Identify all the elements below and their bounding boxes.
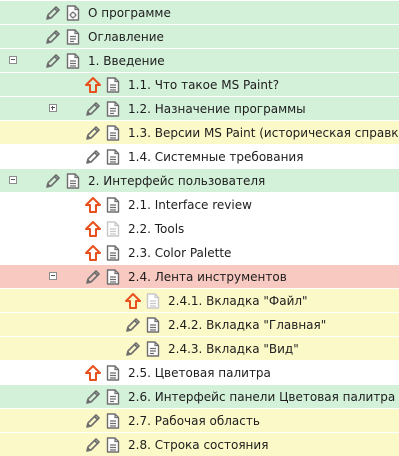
document-icon: [144, 316, 162, 334]
upload-arrow-icon[interactable]: [84, 244, 102, 262]
tree-row[interactable]: О программе: [0, 0, 399, 24]
pencil-edit-icon[interactable]: [84, 412, 102, 430]
document-icon: [64, 172, 82, 190]
tree-row-label[interactable]: 2.1. Interface review: [128, 197, 252, 213]
document-settings-icon: [64, 4, 82, 22]
expand-toggle-icon[interactable]: [49, 104, 57, 112]
tree-row-label[interactable]: 2. Интерфейс пользователя: [88, 173, 265, 189]
tree-row-label[interactable]: 1.1. Что такое MS Paint?: [128, 77, 279, 93]
pencil-edit-icon[interactable]: [84, 436, 102, 454]
tree-row[interactable]: 2.1. Interface review: [0, 192, 399, 216]
document-icon: [104, 220, 122, 238]
document-icon: [104, 364, 122, 382]
document-icon: [104, 268, 122, 286]
tree-row[interactable]: 1.4. Системные требования: [0, 144, 399, 168]
document-icon: [104, 124, 122, 142]
pencil-edit-icon[interactable]: [84, 148, 102, 166]
upload-arrow-icon[interactable]: [84, 76, 102, 94]
document-icon: [104, 148, 122, 166]
tree-row-label[interactable]: 2.4. Лента инструментов: [128, 269, 287, 285]
collapse-toggle-icon[interactable]: [9, 56, 17, 64]
tree-row-label[interactable]: 1.2. Назначение программы: [128, 101, 306, 117]
pencil-edit-icon[interactable]: [44, 52, 62, 70]
document-icon: [144, 340, 162, 358]
tree-row-label[interactable]: 1.3. Версии MS Paint (историческая справ…: [128, 125, 399, 141]
pencil-edit-icon[interactable]: [44, 4, 62, 22]
tree-row-label[interactable]: 2.4.2. Вкладка "Главная": [168, 317, 326, 333]
tree-row[interactable]: 1.3. Версии MS Paint (историческая справ…: [0, 120, 399, 144]
upload-arrow-icon[interactable]: [84, 196, 102, 214]
tree-row-label[interactable]: 2.3. Color Palette: [128, 245, 231, 261]
tree-row-label[interactable]: 2.6. Интерфейс панели Цветовая палитра: [128, 389, 395, 405]
tree-row-label[interactable]: 2.2. Tools: [128, 221, 184, 237]
pencil-edit-icon[interactable]: [84, 100, 102, 118]
tree-row[interactable]: 2.7. Рабочая область: [0, 408, 399, 432]
tree-row[interactable]: 2.4. Лента инструментов: [0, 264, 399, 288]
tree-row[interactable]: 2. Интерфейс пользователя: [0, 168, 399, 192]
document-icon: [104, 100, 122, 118]
tree-row[interactable]: 2.8. Строка состояния: [0, 432, 399, 456]
document-icon: [64, 52, 82, 70]
tree-row[interactable]: 2.6. Интерфейс панели Цветовая палитра: [0, 384, 399, 408]
tree-row[interactable]: Оглавление: [0, 24, 399, 48]
tree-row[interactable]: 2.2. Tools: [0, 216, 399, 240]
pencil-edit-icon[interactable]: [124, 340, 142, 358]
document-icon: [144, 292, 162, 310]
collapse-toggle-icon[interactable]: [49, 272, 57, 280]
tree-row-label[interactable]: 2.4.1. Вкладка "Файл": [168, 293, 308, 309]
tree-row[interactable]: 2.4.3. Вкладка "Вид": [0, 336, 399, 360]
pencil-edit-icon[interactable]: [124, 316, 142, 334]
tree-row[interactable]: 2.5. Цветовая палитра: [0, 360, 399, 384]
tree-row-label[interactable]: 1.4. Системные требования: [128, 149, 303, 165]
tree-row[interactable]: 2.4.2. Вкладка "Главная": [0, 312, 399, 336]
tree-row-label[interactable]: 2.7. Рабочая область: [128, 413, 260, 429]
tree-row-label[interactable]: Оглавление: [88, 29, 164, 45]
collapse-toggle-icon[interactable]: [9, 176, 17, 184]
tree-row-label[interactable]: 2.5. Цветовая палитра: [128, 365, 271, 381]
document-icon: [104, 388, 122, 406]
pencil-edit-icon[interactable]: [44, 172, 62, 190]
pencil-edit-icon[interactable]: [84, 124, 102, 142]
pencil-edit-icon[interactable]: [84, 268, 102, 286]
pencil-edit-icon[interactable]: [44, 28, 62, 46]
upload-arrow-icon[interactable]: [124, 292, 142, 310]
tree-row-label[interactable]: 1. Введение: [88, 53, 165, 69]
pencil-edit-icon[interactable]: [84, 388, 102, 406]
document-icon: [104, 412, 122, 430]
tree-row[interactable]: 2.4.1. Вкладка "Файл": [0, 288, 399, 312]
tree-row[interactable]: 1.2. Назначение программы: [0, 96, 399, 120]
tree-row[interactable]: 2.3. Color Palette: [0, 240, 399, 264]
document-icon: [104, 244, 122, 262]
tree-row[interactable]: 1.1. Что такое MS Paint?: [0, 72, 399, 96]
document-icon: [104, 436, 122, 454]
document-icon: [104, 76, 122, 94]
document-icon: [64, 28, 82, 46]
tree-row-label[interactable]: 2.8. Строка состояния: [128, 437, 268, 453]
upload-arrow-icon[interactable]: [84, 364, 102, 382]
upload-arrow-icon[interactable]: [84, 220, 102, 238]
tree-row-label[interactable]: О программе: [88, 5, 171, 21]
tree-row[interactable]: 1. Введение: [0, 48, 399, 72]
topic-tree: О программе Оглавление 1. Введение 1.1. Что…: [0, 0, 399, 456]
tree-row-label[interactable]: 2.4.3. Вкладка "Вид": [168, 341, 299, 357]
document-icon: [104, 196, 122, 214]
